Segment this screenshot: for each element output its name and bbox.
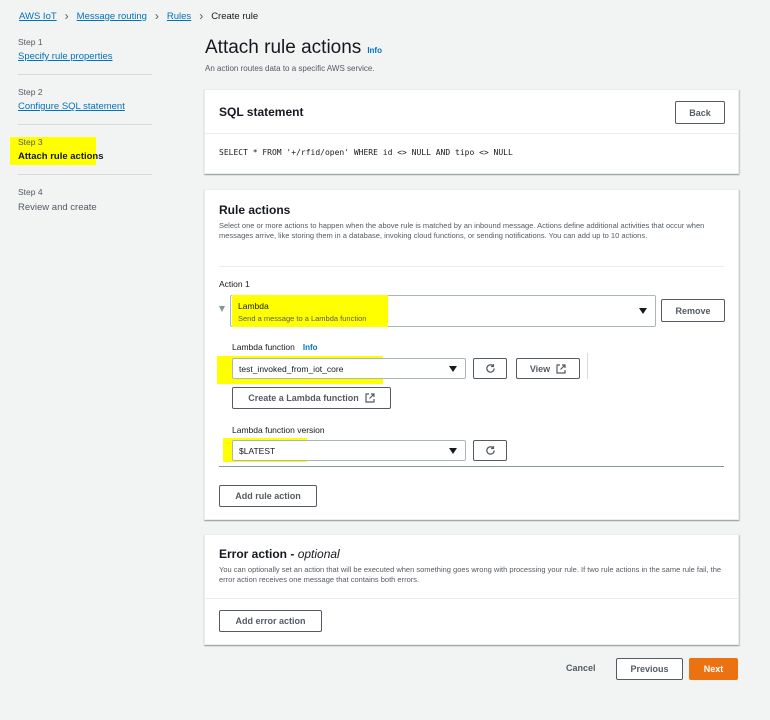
chevron-right-icon: › (154, 9, 159, 23)
lambda-function-select[interactable]: test_invoked_from_iot_core (232, 358, 466, 379)
error-action-description: You can optionally set an action that wi… (219, 565, 722, 584)
refresh-icon (485, 364, 495, 373)
external-link-icon (365, 393, 375, 403)
step-3-current: Attach rule actions (18, 151, 104, 162)
divider (219, 266, 724, 267)
breadcrumb-current: Create rule (211, 10, 259, 22)
cancel-button[interactable]: Cancel (566, 663, 596, 673)
divider (205, 598, 738, 599)
lambda-version-value: $LATEST (239, 446, 276, 456)
chevron-right-icon: › (64, 9, 69, 23)
external-link-icon (556, 363, 566, 374)
sql-title: SQL statement (219, 105, 304, 119)
rule-actions-panel: Rule actions Select one or more actions … (204, 189, 739, 520)
chevron-down-icon (449, 366, 457, 372)
chevron-down-icon (449, 448, 457, 454)
lambda-function-value: test_invoked_from_iot_core (239, 364, 344, 374)
action-select-description: Send a message to a Lambda function (238, 314, 367, 323)
sql-panel: SQL statement Back SELECT * FROM '+/rfid… (204, 89, 739, 174)
sql-statement: SELECT * FROM '+/rfid/open' WHERE id <> … (219, 148, 513, 157)
view-button-label: View (529, 363, 551, 374)
breadcrumb-aws-iot[interactable]: AWS IoT (19, 11, 57, 22)
step-3-label: Step 3 (18, 137, 43, 147)
refresh-icon (485, 446, 495, 455)
breadcrumb-rules[interactable]: Rules (167, 11, 191, 22)
divider (587, 353, 588, 379)
next-button[interactable]: Next (689, 658, 738, 680)
error-action-panel: Error action - optional You can optional… (204, 534, 739, 645)
rule-actions-description: Select one or more actions to happen whe… (219, 221, 705, 240)
lambda-version-label: Lambda function version (232, 425, 325, 435)
add-rule-action-button[interactable]: Add rule action (219, 485, 317, 507)
back-button[interactable]: Back (675, 101, 725, 124)
action-select-value: Lambda (238, 301, 269, 311)
step-4-label: Step 4 (18, 187, 43, 197)
action-1-label: Action 1 (219, 279, 250, 289)
divider (18, 124, 152, 125)
breadcrumb: AWS IoT › Message routing › Rules › Crea… (19, 10, 258, 22)
refresh-version-button[interactable] (473, 440, 507, 461)
rule-actions-title: Rule actions (219, 203, 291, 217)
divider (205, 133, 738, 134)
lambda-info-link[interactable]: Info (303, 343, 318, 352)
collapse-caret-icon[interactable] (219, 306, 225, 312)
add-error-action-button[interactable]: Add error action (219, 610, 322, 632)
error-action-title: Error action (219, 547, 288, 561)
page-subtitle: An action routes data to a specific AWS … (205, 64, 375, 73)
step-1-label: Step 1 (18, 37, 43, 47)
divider (18, 174, 152, 175)
refresh-button[interactable] (473, 358, 507, 379)
optional-label: optional (297, 547, 340, 561)
step-1-link[interactable]: Specify rule properties (18, 51, 113, 62)
step-2-label: Step 2 (18, 87, 43, 97)
action-select[interactable]: Lambda Send a message to a Lambda functi… (230, 295, 656, 327)
lambda-function-label: Lambda function (232, 342, 295, 352)
divider (219, 466, 724, 467)
view-button[interactable]: View (516, 358, 580, 379)
previous-button[interactable]: Previous (616, 658, 683, 680)
info-link[interactable]: Info (367, 46, 382, 55)
page-title: Attach rule actions (205, 37, 362, 58)
create-lambda-button[interactable]: Create a Lambda function (232, 387, 391, 409)
title-dash: - (287, 547, 298, 561)
remove-button[interactable]: Remove (661, 299, 725, 322)
step-2-link[interactable]: Configure SQL statement (18, 101, 125, 112)
divider (18, 74, 152, 75)
create-lambda-label: Create a Lambda function (248, 393, 359, 403)
chevron-down-icon (639, 308, 647, 314)
lambda-version-select[interactable]: $LATEST (232, 440, 466, 461)
breadcrumb-message-routing[interactable]: Message routing (77, 11, 147, 22)
chevron-right-icon: › (199, 9, 204, 23)
step-4-label-disabled: Review and create (18, 202, 97, 213)
